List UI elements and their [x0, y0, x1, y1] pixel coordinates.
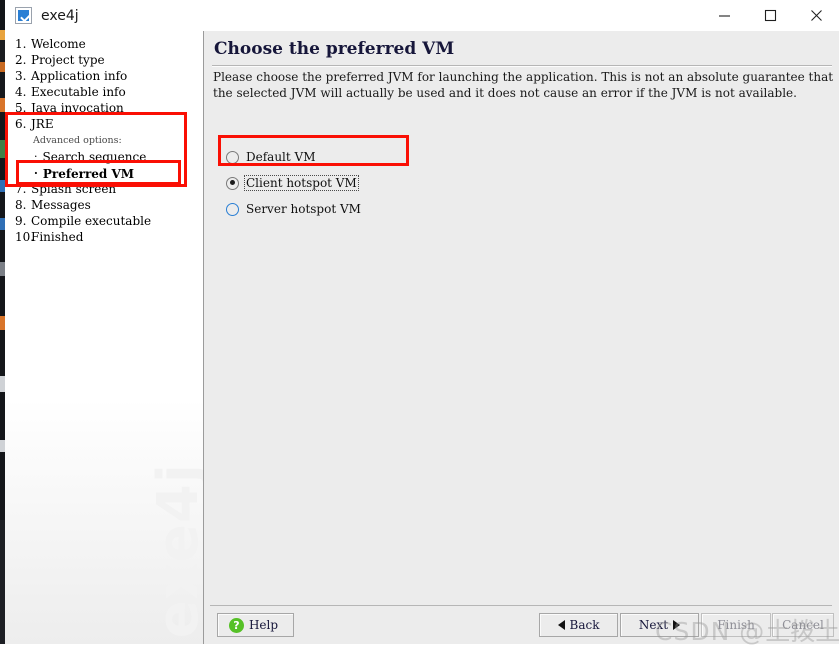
exe4j-wizard-window: exe4j 1. Welcome 2. Project type 3. Appl…	[5, 0, 839, 644]
back-button[interactable]: Back	[539, 613, 618, 637]
sidebar-item-finished[interactable]: 10. Finished	[5, 230, 203, 246]
step-label: Splash screen	[31, 182, 117, 196]
step-number: 1.	[15, 37, 27, 51]
minimize-button[interactable]	[701, 0, 747, 31]
sidebar-item-compile-executable[interactable]: 9. Compile executable	[5, 214, 203, 230]
step-number: 10.	[15, 230, 35, 244]
sidebar-item-java-invocation[interactable]: 5. Java invocation	[5, 101, 203, 117]
title-divider	[212, 65, 832, 67]
step-label: Messages	[31, 198, 91, 212]
preferred-vm-radio-group: Default VM Client hotspot VM Server hots…	[226, 144, 626, 222]
step-number: 8.	[15, 198, 27, 212]
bullet-icon: ·	[34, 167, 38, 180]
step-number: 3.	[15, 69, 27, 83]
sidebar-item-application-info[interactable]: 3. Application info	[5, 69, 203, 85]
page-description: Please choose the preferred JVM for laun…	[213, 70, 834, 100]
step-number: 2.	[15, 53, 27, 67]
sidebar-item-project-type[interactable]: 2. Project type	[5, 53, 203, 69]
arrow-left-icon	[557, 620, 565, 630]
step-label: Project type	[31, 53, 105, 67]
question-mark-icon: ?	[228, 617, 244, 633]
radio-label: Server hotspot VM	[246, 202, 361, 216]
step-number: 6.	[15, 117, 27, 131]
radio-option-client-hotspot-vm[interactable]: Client hotspot VM	[226, 170, 626, 196]
sidebar-item-preferred-vm[interactable]: · Preferred VM	[5, 165, 203, 182]
wizard-main-panel: Choose the preferred VM Please choose th…	[204, 31, 839, 644]
sidebar-item-messages[interactable]: 8. Messages	[5, 198, 203, 214]
radio-label: Client hotspot VM	[244, 175, 359, 191]
step-label: Compile executable	[31, 214, 152, 228]
step-number: 7.	[15, 182, 27, 196]
csdn-watermark-username: 土拨土拨鼠	[765, 617, 839, 646]
csdn-watermark: CSDN @土拨土拨鼠	[655, 612, 839, 648]
back-button-label: Back	[569, 618, 600, 632]
wizard-step-list: 1. Welcome 2. Project type 3. Applicatio…	[5, 37, 203, 246]
sidebar-item-splash-screen[interactable]: 7. Splash screen	[5, 182, 203, 198]
step-number: 9.	[15, 214, 27, 228]
step-label: Java invocation	[31, 101, 124, 115]
sidebar-item-welcome[interactable]: 1. Welcome	[5, 37, 203, 53]
help-button-label: Help	[248, 618, 279, 632]
sub-item-label: Preferred VM	[42, 166, 135, 181]
wizard-step-sidebar: 1. Welcome 2. Project type 3. Applicatio…	[5, 31, 203, 644]
bullet-icon: ·	[34, 150, 38, 163]
radio-option-server-hotspot-vm[interactable]: Server hotspot VM	[226, 196, 626, 222]
step-label: JRE	[31, 117, 54, 131]
minimize-icon	[718, 15, 730, 17]
window-controls	[701, 0, 839, 31]
radio-option-default-vm[interactable]: Default VM	[226, 144, 626, 170]
sidebar-item-search-sequence[interactable]: · Search sequence	[5, 148, 203, 165]
button-bar-divider	[210, 605, 832, 606]
exe4j-app-icon	[15, 7, 32, 24]
radio-label: Default VM	[246, 150, 316, 164]
maximize-icon	[764, 9, 776, 22]
title-bar: exe4j	[5, 0, 839, 31]
help-button[interactable]: ? Help	[217, 613, 294, 637]
close-button[interactable]	[793, 0, 839, 31]
advanced-options-label: Advanced options:	[33, 135, 122, 146]
exe4j-watermark-text: exe4j	[146, 462, 203, 638]
step-label: Application info	[31, 69, 128, 83]
window-content: 1. Welcome 2. Project type 3. Applicatio…	[5, 31, 839, 644]
sidebar-item-jre[interactable]: 6. JRE	[5, 117, 203, 133]
step-number: 5.	[15, 101, 27, 115]
window-title: exe4j	[41, 7, 79, 24]
step-number: 4.	[15, 85, 27, 99]
radio-unchecked-icon	[226, 150, 239, 164]
radio-checked-icon	[226, 176, 239, 190]
step-label: Welcome	[31, 37, 86, 51]
step-label: Finished	[31, 230, 84, 244]
sidebar-item-executable-info[interactable]: 4. Executable info	[5, 85, 203, 101]
page-title: Choose the preferred VM	[214, 39, 455, 59]
sub-item-label: Search sequence	[42, 149, 147, 164]
close-icon	[810, 10, 822, 21]
maximize-button[interactable]	[747, 0, 793, 31]
csdn-watermark-prefix: CSDN @	[655, 617, 766, 646]
radio-unchecked-icon	[226, 202, 239, 216]
step-label: Executable info	[31, 85, 126, 99]
